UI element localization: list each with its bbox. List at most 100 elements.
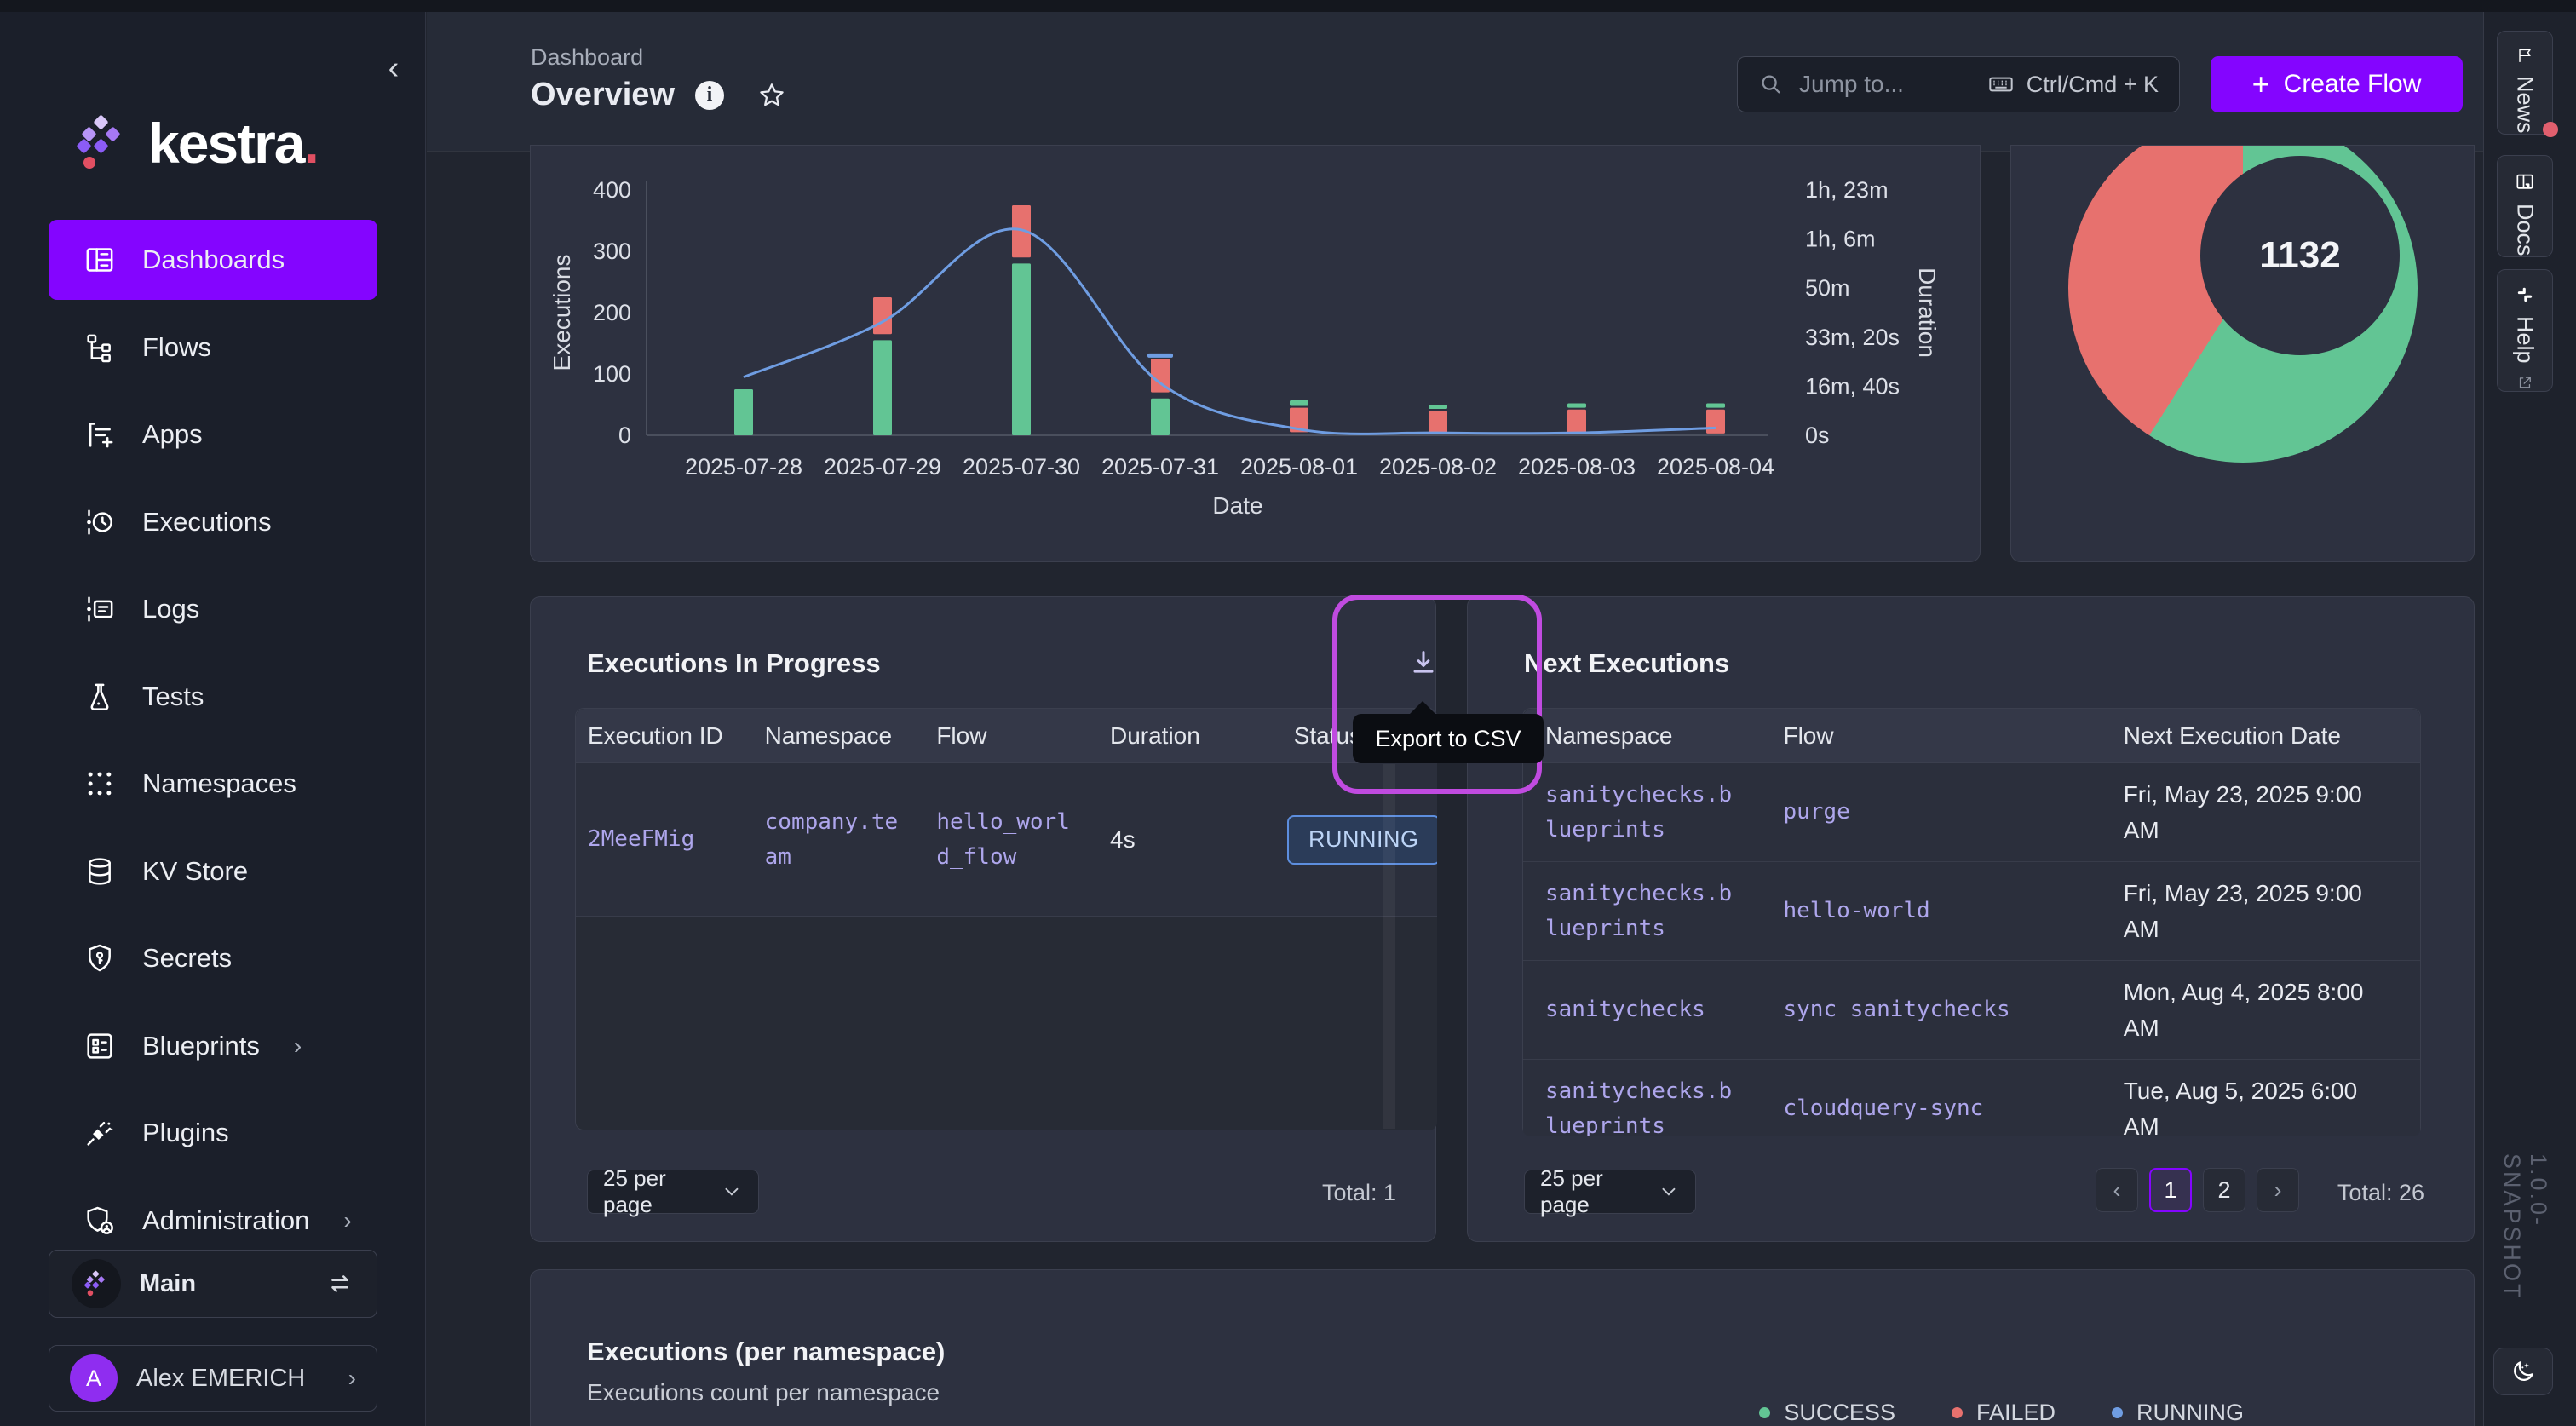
favorite-star-icon[interactable] [756,80,787,111]
donut-center: 1132 [2200,156,2400,355]
column-header[interactable]: Flow [924,709,1098,762]
table-scrollbar[interactable] [1383,764,1395,1129]
table-row[interactable]: sanitychecks.blueprints hello-world Fri,… [1523,862,2420,961]
status-badge: RUNNING [1287,815,1437,865]
executions-donut-panel: 1132 [2010,145,2475,562]
column-header[interactable]: Namespace [1523,709,1761,762]
sidebar-item-dashboards[interactable]: Dashboards [49,220,377,300]
panel-title: Executions In Progress [587,648,881,679]
sidebar-item-administration[interactable]: Administration › [49,1181,377,1261]
flow-link[interactable]: sync_sanitychecks [1762,961,2102,1059]
svg-text:2025-07-31: 2025-07-31 [1101,454,1219,480]
window-top-strip [0,0,2576,12]
column-header[interactable]: Next Execution Date [2102,709,2420,762]
flow-link[interactable]: hello_world_flow [924,763,1098,916]
column-header[interactable]: Duration [1098,709,1243,762]
svg-text:2025-08-02: 2025-08-02 [1379,454,1497,480]
sidebar-collapse-button[interactable]: ‹ [375,49,412,87]
page-title: Overview [531,77,675,113]
table-row[interactable]: sanitychecks.blueprints cloudquery-sync … [1523,1060,2420,1136]
pagination: ‹ 1 2 › [2096,1168,2299,1212]
column-header[interactable]: Execution ID [576,709,753,762]
failed-dot [1952,1407,1963,1418]
execution-id-link[interactable]: 2MeeFMig [576,763,753,916]
column-header[interactable]: Flow [1761,709,2101,762]
legend-item-success[interactable]: SUCCESS [1759,1400,1895,1426]
docs-tab[interactable]: Docs [2497,155,2553,257]
success-dot [1759,1407,1770,1418]
date-cell: Fri, May 23, 2025 9:00 AM [2102,862,2420,960]
column-header[interactable]: Namespace [753,709,925,762]
sidebar-item-flows[interactable]: Flows [49,308,377,388]
version-label: 1.0.0-SNAPSHOT [2497,1153,2553,1349]
prev-page-button[interactable]: ‹ [2096,1168,2138,1212]
executions-icon [83,505,117,539]
chart-legend: SUCCESS FAILED RUNNING [1759,1400,2244,1426]
kestra-wordmark: kestra. [148,111,318,175]
next-executions-panel: Next Executions Namespace Flow Next Exec… [1467,596,2475,1242]
sidebar-item-plugins[interactable]: Plugins [49,1093,377,1173]
namespace-link[interactable]: company.team [753,763,925,916]
apps-icon [83,417,117,451]
svg-text:100: 100 [593,361,631,387]
legend-item-running[interactable]: RUNNING [2112,1400,2244,1426]
date-cell: Tue, Aug 5, 2025 6:00 AM [2102,1060,2420,1136]
namespace-link[interactable]: sanitychecks [1523,961,1762,1059]
per-page-select[interactable]: 25 per page [1524,1170,1696,1214]
right-rail: News Docs Help 1.0.0-SNAPSHOT [2483,12,2576,1426]
date-cell: Mon, Aug 4, 2025 8:00 AM [2102,961,2420,1059]
svg-text:1h, 23m: 1h, 23m [1805,177,1889,203]
breadcrumb[interactable]: Dashboard [531,44,643,71]
external-link-icon [2515,375,2535,391]
help-tab[interactable]: Help [2497,269,2553,392]
avatar: A [70,1354,118,1402]
user-menu[interactable]: A Alex EMERICH › [49,1345,377,1412]
export-csv-icon[interactable] [1406,647,1440,681]
table-row[interactable]: 2MeeFMig company.team hello_world_flow 4… [576,763,1437,917]
table-row[interactable]: sanitychecks sync_sanitychecks Mon, Aug … [1523,961,2420,1060]
page-2-button[interactable]: 2 [2203,1168,2245,1212]
sidebar-item-blueprints[interactable]: Blueprints › [49,1006,377,1086]
chevron-right-icon: › [343,1207,351,1234]
tenant-logo-icon [72,1259,121,1308]
shield-key-icon [83,941,117,975]
info-icon[interactable]: i [695,81,724,110]
sidebar-item-executions[interactable]: Executions [49,482,377,562]
kestra-logo[interactable]: kestra. [75,107,318,179]
page-1-button[interactable]: 1 [2149,1168,2192,1212]
flow-link[interactable]: purge [1762,763,2102,861]
news-tab[interactable]: News [2497,31,2553,135]
flow-link[interactable]: hello-world [1762,862,2102,960]
flow-link[interactable]: cloudquery-sync [1762,1060,2102,1136]
top-header: Dashboard Overview i Jump to... Ctrl/Cmd… [427,12,2483,152]
namespace-link[interactable]: sanitychecks.blueprints [1523,763,1762,861]
chevron-down-icon [1658,1181,1680,1203]
create-flow-button[interactable]: + Create Flow [2211,56,2463,112]
executions-chart-panel: 40030020010001h, 23m1h, 6m50m33m, 20s16m… [530,145,1981,562]
sidebar-item-secrets[interactable]: Secrets [49,918,377,998]
sidebar-item-logs[interactable]: Logs [49,569,377,649]
tests-icon [83,680,117,714]
svg-text:2025-08-01: 2025-08-01 [1240,454,1358,480]
news-notification-dot [2543,122,2558,137]
namespace-link[interactable]: sanitychecks.blueprints [1523,862,1762,960]
plus-icon: + [2252,66,2270,102]
sidebar-item-apps[interactable]: Apps [49,394,377,474]
svg-text:2025-07-30: 2025-07-30 [963,454,1080,480]
executions-in-progress-panel: Executions In Progress Execution ID Name… [530,596,1436,1242]
legend-item-failed[interactable]: FAILED [1952,1400,2056,1426]
executions-duration-chart: 40030020010001h, 23m1h, 6m50m33m, 20s16m… [531,146,1981,562]
sidebar-item-namespaces[interactable]: Namespaces [49,744,377,824]
sidebar-item-tests[interactable]: Tests [49,657,377,737]
total-count: Total: 1 [1322,1180,1396,1206]
database-icon [83,854,117,888]
theme-toggle-button[interactable] [2493,1348,2553,1395]
sidebar-item-kv-store[interactable]: KV Store [49,831,377,911]
kestra-logo-icon [75,115,129,171]
table-row[interactable]: sanitychecks.blueprints purge Fri, May 2… [1523,763,2420,862]
tenant-selector[interactable]: Main [49,1250,377,1318]
namespace-link[interactable]: sanitychecks.blueprints [1523,1060,1762,1136]
search-input[interactable]: Jump to... Ctrl/Cmd + K [1737,56,2180,112]
next-page-button[interactable]: › [2257,1168,2299,1212]
per-page-select[interactable]: 25 per page [587,1170,759,1214]
